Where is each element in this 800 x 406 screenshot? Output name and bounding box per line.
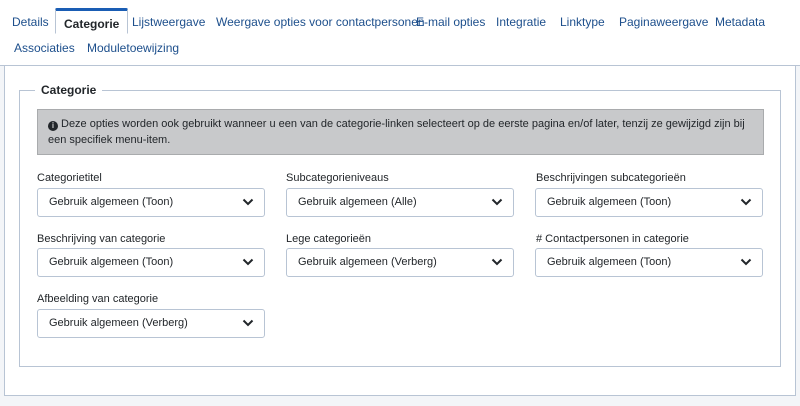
label-contactpersonen-in-categorie: # Contactpersonen in categorie: [536, 233, 689, 245]
chevron-down-icon: [242, 319, 254, 327]
chevron-down-icon: [740, 258, 752, 266]
select-value: Gebruik algemeen (Alle): [298, 196, 417, 208]
page: Details Categorie Lijstweergave Weergave…: [0, 0, 800, 406]
select-beschrijvingen-subcategorieen[interactable]: Gebruik algemeen (Toon): [535, 188, 763, 217]
chevron-down-icon: [740, 198, 752, 206]
tab-associaties[interactable]: Associaties: [14, 36, 75, 60]
select-afbeelding-van-categorie[interactable]: Gebruik algemeen (Verberg): [37, 309, 265, 338]
select-value: Gebruik algemeen (Verberg): [49, 317, 188, 329]
label-beschrijving-van-categorie: Beschrijving van categorie: [37, 233, 166, 245]
tab-integratie[interactable]: Integratie: [496, 10, 546, 34]
info-alert: i Deze opties worden ook gebruikt wanneer…: [37, 109, 764, 155]
select-lege-categorieen[interactable]: Gebruik algemeen (Verberg): [286, 248, 514, 277]
select-value: Gebruik algemeen (Toon): [547, 256, 672, 268]
select-value: Gebruik algemeen (Verberg): [298, 256, 437, 268]
tab-email-opties[interactable]: E-mail opties: [416, 10, 485, 34]
select-subcategorieniveaus[interactable]: Gebruik algemeen (Alle): [286, 188, 514, 217]
tab-paginaweergave[interactable]: Paginaweergave: [619, 10, 708, 34]
chevron-down-icon: [491, 258, 503, 266]
label-categorietitel: Categorietitel: [37, 172, 102, 184]
select-value: Gebruik algemeen (Toon): [49, 196, 174, 208]
select-value: Gebruik algemeen (Toon): [49, 256, 174, 268]
tab-bar: Details Categorie Lijstweergave Weergave…: [0, 0, 800, 66]
tab-linktype[interactable]: Linktype: [560, 10, 605, 34]
label-subcategorieniveaus: Subcategorieniveaus: [286, 172, 389, 184]
fieldset-legend: Categorie: [35, 82, 103, 98]
select-beschrijving-van-categorie[interactable]: Gebruik algemeen (Toon): [37, 248, 265, 277]
info-icon: i: [48, 121, 58, 131]
label-afbeelding-van-categorie: Afbeelding van categorie: [37, 293, 159, 305]
tab-moduletoewijzing[interactable]: Moduletoewijzing: [87, 36, 179, 60]
tab-details[interactable]: Details: [12, 10, 49, 34]
tab-lijstweergave[interactable]: Lijstweergave: [132, 10, 205, 34]
select-contactpersonen-in-categorie[interactable]: Gebruik algemeen (Toon): [535, 248, 763, 277]
tab-metadata[interactable]: Metadata: [715, 10, 765, 34]
label-lege-categorieen: Lege categorieën: [286, 233, 372, 245]
select-value: Gebruik algemeen (Toon): [547, 196, 672, 208]
label-beschrijvingen-subcategorieen: Beschrijvingen subcategorieën: [536, 172, 686, 184]
chevron-down-icon: [242, 198, 254, 206]
chevron-down-icon: [491, 198, 503, 206]
tab-weergave-opties-contactpersonen[interactable]: Weergave opties voor contactpersonen: [216, 10, 425, 34]
chevron-down-icon: [242, 258, 254, 266]
select-categorietitel[interactable]: Gebruik algemeen (Toon): [37, 188, 265, 217]
tab-categorie[interactable]: Categorie: [55, 8, 129, 34]
info-alert-text: Deze opties worden ook gebruikt wanneer …: [48, 118, 745, 146]
